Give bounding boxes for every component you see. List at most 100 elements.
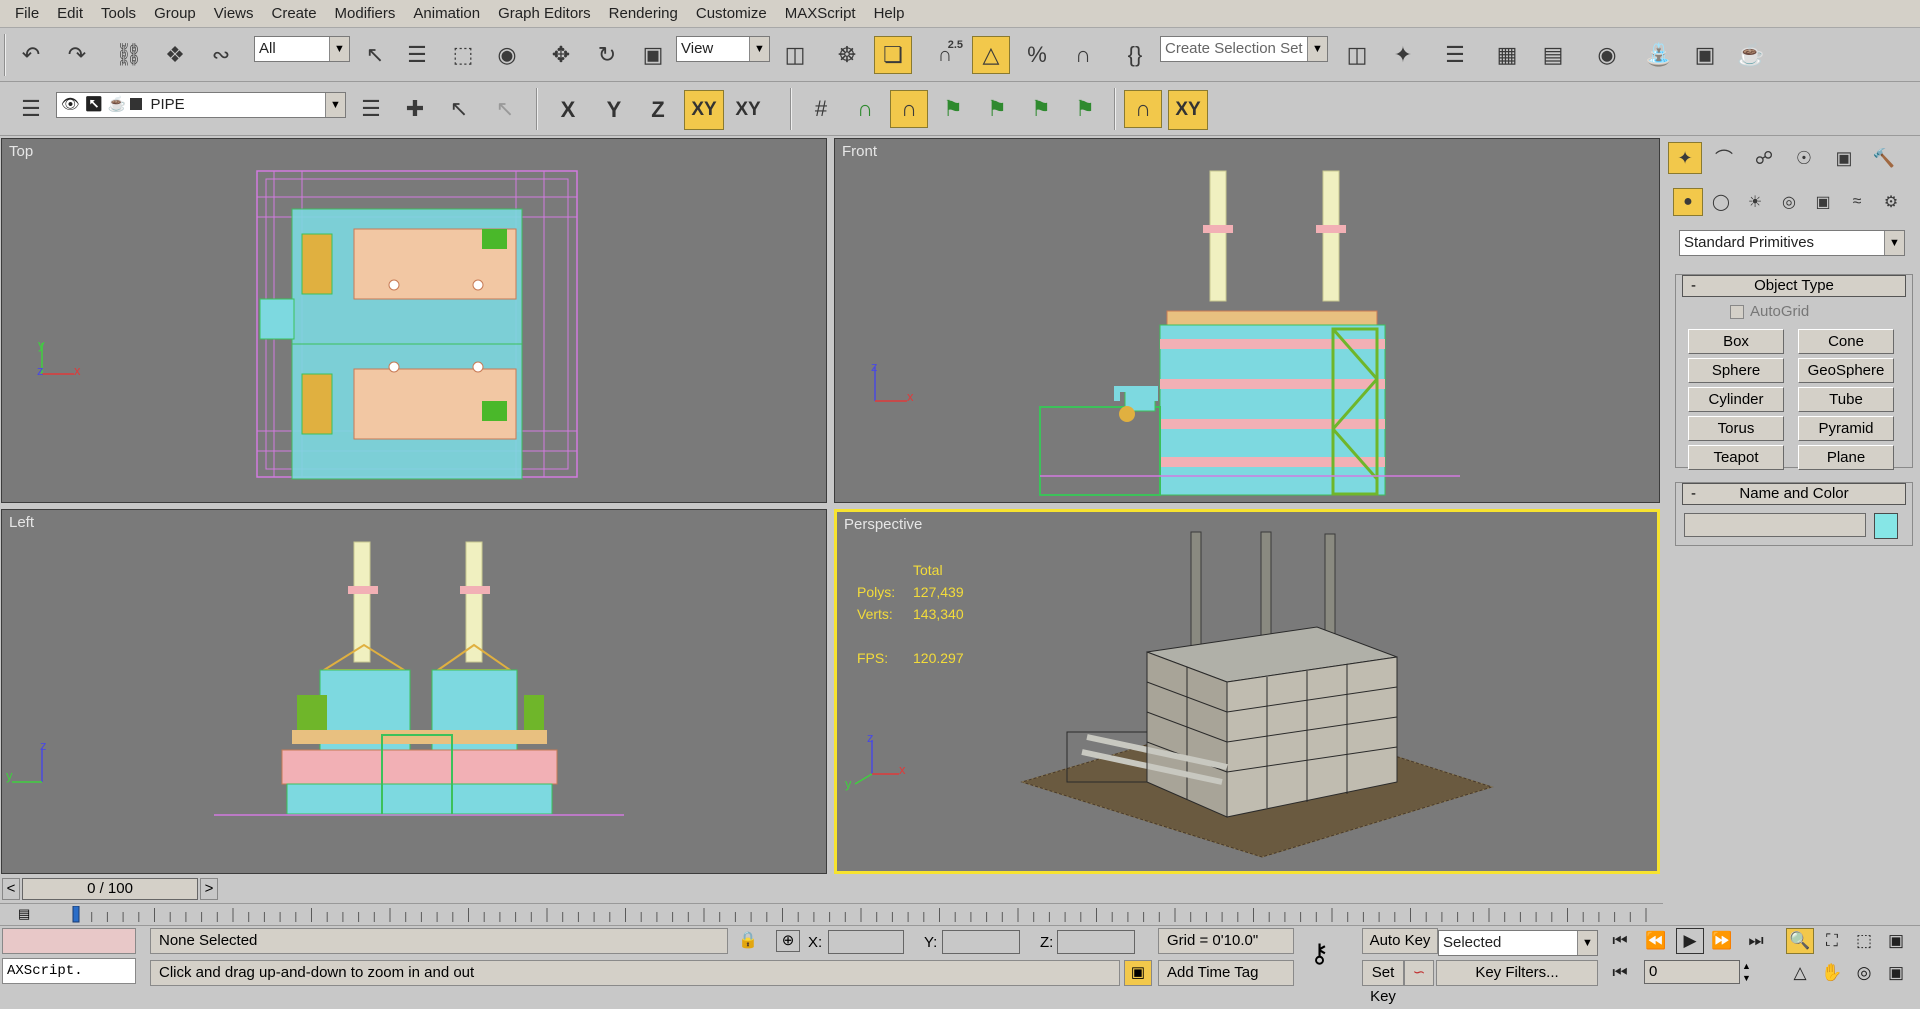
pan-view-icon[interactable]: ✋	[1818, 960, 1846, 986]
set-key-button[interactable]: Set Key	[1362, 960, 1404, 1005]
checkbox-box[interactable]	[1730, 304, 1744, 319]
edit-named-selection-icon[interactable]: {}	[1116, 36, 1154, 74]
object-type-header[interactable]: - Object Type	[1682, 275, 1906, 297]
grid-snap-icon[interactable]: #	[802, 90, 840, 128]
maxscript-listener-top[interactable]	[2, 928, 136, 954]
edge-snap-icon[interactable]: ⚑	[1022, 90, 1060, 128]
snap-axis-constraint-xy[interactable]: XY	[1168, 90, 1208, 130]
z-coord-field[interactable]	[1057, 930, 1135, 954]
select-and-move-icon[interactable]: ✥	[542, 36, 580, 74]
current-frame-field[interactable]: 0	[1644, 960, 1740, 984]
cylinder-button[interactable]: Cylinder	[1688, 387, 1784, 412]
schematic-view-icon[interactable]: ▤	[1534, 36, 1572, 74]
cone-button[interactable]: Cone	[1798, 329, 1894, 354]
layer-color-swatch[interactable]	[130, 98, 143, 110]
mirror-icon[interactable]: ◫	[1338, 36, 1376, 74]
snaps-toggle-icon[interactable]: ∩ 2.5	[926, 36, 964, 74]
frame-spinner-icon[interactable]: ▲ ▼	[1742, 960, 1754, 984]
play-animation-icon[interactable]: ▶	[1676, 928, 1704, 954]
helpers-category-icon[interactable]: ▣	[1807, 188, 1839, 216]
menu-file[interactable]: File	[6, 0, 48, 28]
zoom-all-icon[interactable]: ⛶	[1818, 928, 1846, 954]
object-color-swatch[interactable]	[1874, 513, 1898, 539]
modify-tab-icon[interactable]: ⌒	[1706, 142, 1742, 174]
maxscript-listener-input[interactable]: AXScript.	[2, 958, 136, 984]
teapot-button[interactable]: Teapot	[1688, 445, 1784, 470]
cameras-category-icon[interactable]: ◎	[1773, 188, 1805, 216]
render-teapot-icon[interactable]: ☕	[107, 96, 126, 113]
systems-category-icon[interactable]: ⚙	[1875, 188, 1907, 216]
hierarchy-tab-icon[interactable]: ☍	[1746, 142, 1782, 174]
vertex-snap-icon[interactable]: ∩	[890, 90, 928, 128]
menu-tools[interactable]: Tools	[92, 0, 145, 28]
select-objects-in-layer-icon[interactable]: ↖	[440, 90, 478, 128]
viewport-label[interactable]: Perspective	[844, 516, 922, 533]
menu-rendering[interactable]: Rendering	[600, 0, 687, 28]
undo-icon[interactable]: ↶	[12, 36, 50, 74]
mini-curve-editor-icon[interactable]: ▤	[18, 906, 46, 922]
axis-constraint-xy-plane[interactable]: XY	[728, 90, 768, 130]
track-bar[interactable]: ▤	[0, 903, 1663, 925]
pyramid-button[interactable]: Pyramid	[1798, 416, 1894, 441]
lock-selection-icon[interactable]: 🔒	[738, 930, 758, 950]
time-slider-next-button[interactable]: >	[200, 878, 218, 900]
menu-group[interactable]: Group	[145, 0, 205, 28]
name-and-color-header[interactable]: - Name and Color	[1682, 483, 1906, 505]
key-mode-toggle-icon[interactable]: ⏮	[1606, 960, 1634, 986]
add-selection-to-layer-icon[interactable]: ✚	[396, 90, 434, 128]
select-and-link-icon[interactable]: ⛓	[110, 36, 148, 74]
axis-constraint-y[interactable]: Y	[594, 90, 634, 130]
viewport-perspective[interactable]: Perspective Total Polys: 127,439 Verts: 14…	[834, 509, 1660, 874]
x-coord-field[interactable]	[828, 930, 904, 954]
menu-help[interactable]: Help	[865, 0, 914, 28]
freeze-pointer-icon[interactable]: ↖	[84, 96, 103, 113]
auto-key-button[interactable]: Auto Key	[1362, 928, 1438, 954]
geometry-category-icon[interactable]: ●	[1673, 188, 1703, 216]
material-editor-icon[interactable]: ◉	[1588, 36, 1626, 74]
space-warps-category-icon[interactable]: ≈	[1841, 188, 1873, 216]
axis-constraint-x[interactable]: X	[548, 90, 588, 130]
viewport-front[interactable]: Front z x	[834, 138, 1660, 503]
previous-frame-icon[interactable]: ⏪	[1642, 928, 1670, 954]
select-and-rotate-icon[interactable]: ↻	[588, 36, 626, 74]
redo-icon[interactable]: ↷	[58, 36, 96, 74]
create-tab-icon[interactable]: ✦	[1668, 142, 1702, 174]
selection-filter-select[interactable]: All ▼	[254, 36, 350, 62]
axis-constraint-xy[interactable]: XY	[684, 90, 724, 130]
set-key-icon[interactable]: ⚷	[1310, 938, 1329, 969]
sphere-button[interactable]: Sphere	[1688, 358, 1784, 383]
utilities-tab-icon[interactable]: 🔨	[1866, 142, 1902, 174]
render-setup-icon[interactable]: ⛲	[1640, 36, 1678, 74]
time-tag-icon[interactable]: ▣	[1124, 960, 1152, 986]
layers-icon[interactable]: ☰	[12, 90, 50, 128]
zoom-icon[interactable]: 🔍	[1786, 928, 1814, 954]
pivot-center-icon[interactable]: ◫	[776, 36, 814, 74]
maximize-viewport-icon[interactable]: ▣	[1882, 960, 1910, 986]
align-icon[interactable]: ✦	[1384, 36, 1422, 74]
visibility-eye-icon[interactable]: 👁	[61, 96, 80, 113]
menu-graph-editors[interactable]: Graph Editors	[489, 0, 600, 28]
primitive-category-select[interactable]: Standard Primitives ▼	[1679, 230, 1905, 256]
absolute-mode-icon[interactable]: ⊕	[776, 930, 800, 952]
field-of-view-icon[interactable]: △	[1786, 960, 1814, 986]
geosphere-button[interactable]: GeoSphere	[1798, 358, 1894, 383]
menu-create[interactable]: Create	[263, 0, 326, 28]
menu-maxscript[interactable]: MAXScript	[776, 0, 865, 28]
set-current-layer-icon[interactable]: ↖	[486, 90, 524, 128]
angle-snap-toggle-icon[interactable]: △	[972, 36, 1010, 74]
quick-render-teapot-icon[interactable]: ☕	[1732, 36, 1770, 74]
endpoint-snap-icon[interactable]: ⚑	[934, 90, 972, 128]
tube-button[interactable]: Tube	[1798, 387, 1894, 412]
pivot-snap-icon[interactable]: ∩	[846, 90, 884, 128]
curve-editor-icon[interactable]: ▦	[1488, 36, 1526, 74]
viewport-label[interactable]: Front	[842, 143, 877, 160]
plane-button[interactable]: Plane	[1798, 445, 1894, 470]
go-to-end-icon[interactable]: ⏭	[1742, 928, 1770, 954]
select-and-scale-icon[interactable]: ▣	[634, 36, 672, 74]
autogrid-checkbox[interactable]: AutoGrid	[1730, 303, 1809, 320]
snap-to-frozen-icon[interactable]: ∩	[1124, 90, 1162, 128]
box-button[interactable]: Box	[1688, 329, 1784, 354]
rendered-frame-window-icon[interactable]: ▣	[1686, 36, 1724, 74]
viewport-label[interactable]: Top	[9, 143, 33, 160]
menu-customize[interactable]: Customize	[687, 0, 776, 28]
